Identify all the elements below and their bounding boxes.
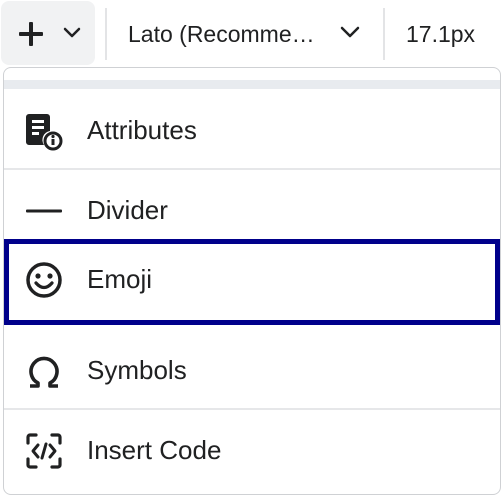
- insert-button[interactable]: [1, 1, 95, 65]
- menu-item-attributes[interactable]: Attributes: [4, 90, 500, 170]
- menu-scroll-strip: [4, 80, 500, 89]
- font-family-select[interactable]: Lato (Recomme…: [112, 1, 374, 65]
- insert-menu: Attributes Divider Emoji Symbols Insert …: [3, 67, 501, 495]
- toolbar-separator: [105, 8, 107, 60]
- editor-page: Lato (Recomme… 17.1px Attributes Divider…: [0, 0, 504, 498]
- font-family-value: Lato (Recomme…: [128, 21, 315, 47]
- font-size-select[interactable]: 17.1px: [390, 1, 504, 65]
- menu-item-label: Attributes: [87, 115, 197, 145]
- menu-item-label: Insert Code: [87, 435, 222, 465]
- menu-item-label: Symbols: [87, 355, 187, 385]
- menu-item-label: Divider: [87, 195, 168, 225]
- emoji-icon: [26, 262, 62, 298]
- menu-item-emoji[interactable]: Emoji: [4, 239, 500, 325]
- menu-item-label: Emoji: [87, 264, 153, 294]
- toolbar-separator: [383, 8, 385, 60]
- code-icon: [26, 433, 62, 469]
- chevron-down-icon: [63, 27, 81, 38]
- attributes-icon: [26, 114, 63, 151]
- font-size-value: 17.1px: [406, 21, 476, 47]
- menu-item-insert-code[interactable]: Insert Code: [4, 410, 500, 490]
- plus-icon: [19, 22, 43, 46]
- chevron-down-icon: [340, 26, 360, 38]
- menu-item-divider[interactable]: Divider: [4, 170, 500, 250]
- menu-item-symbols[interactable]: Symbols: [4, 330, 500, 410]
- omega-icon: [29, 356, 59, 388]
- divider-icon: [26, 209, 62, 213]
- editor-toolbar: Lato (Recomme… 17.1px: [0, 0, 504, 68]
